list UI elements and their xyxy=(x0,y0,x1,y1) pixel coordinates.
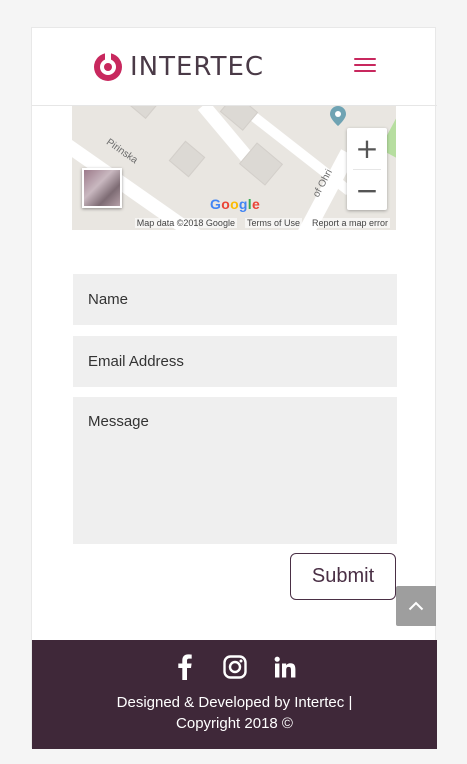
hamburger-menu-icon[interactable] xyxy=(354,58,376,76)
zoom-in-button[interactable]: + xyxy=(347,128,387,169)
footer-copyright: Copyright 2018 © xyxy=(176,715,293,732)
intertec-logo[interactable]: INTERTEC xyxy=(92,50,264,84)
logo-text: INTERTEC xyxy=(130,52,265,82)
instagram-icon[interactable] xyxy=(222,654,247,680)
page-frame: INTERTEC Pirinska of Ohri + − Google Map… xyxy=(31,27,437,749)
report-map-error-link[interactable]: Report a map error xyxy=(309,218,390,228)
map-street-label: Pirinska xyxy=(104,136,140,167)
linkedin-icon[interactable] xyxy=(273,654,297,680)
map-building xyxy=(168,140,206,178)
social-links xyxy=(32,654,437,680)
terms-of-use-link[interactable]: Terms of Use xyxy=(244,218,302,228)
street-view-thumbnail[interactable] xyxy=(82,168,122,208)
map-attribution: Map data ©2018 Google Terms of Use Repor… xyxy=(72,216,396,230)
zoom-controls: + − xyxy=(347,128,387,210)
google-logo: Google xyxy=(210,196,261,212)
map-data-text: Map data ©2018 Google xyxy=(134,218,237,228)
chevron-up-icon xyxy=(408,601,424,611)
google-map[interactable]: Pirinska of Ohri + − Google Map data ©20… xyxy=(72,106,396,230)
map-building xyxy=(128,106,158,119)
scroll-to-top-button[interactable] xyxy=(396,586,436,626)
zoom-out-button[interactable]: − xyxy=(347,170,387,211)
footer-credit-line: Designed & Developed by Intertec | xyxy=(116,694,353,711)
site-header: INTERTEC xyxy=(32,28,437,106)
email-field[interactable] xyxy=(73,336,397,387)
footer-credits: Designed & Developed by Intertec | Copyr… xyxy=(32,692,437,734)
name-field[interactable] xyxy=(73,274,397,325)
message-field[interactable] xyxy=(73,397,397,544)
site-footer: Designed & Developed by Intertec | Copyr… xyxy=(32,640,437,749)
logo-mark-icon xyxy=(94,52,122,81)
submit-button[interactable]: Submit xyxy=(290,553,396,600)
map-pin-icon[interactable] xyxy=(330,106,346,126)
facebook-icon[interactable] xyxy=(173,654,197,680)
